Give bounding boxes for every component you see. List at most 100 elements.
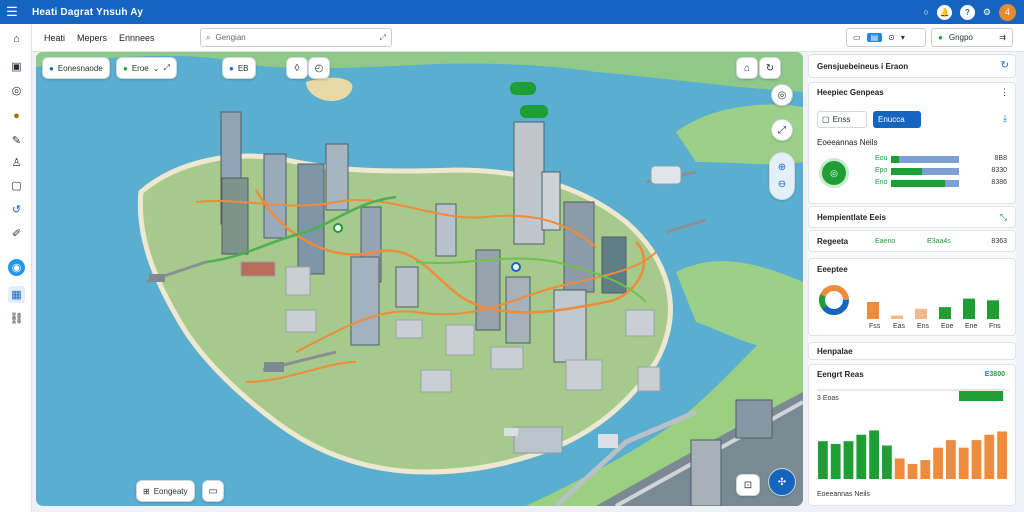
legend-chip[interactable]: ⊞ Eongeaty bbox=[136, 480, 195, 502]
stats-row-value: 8386 bbox=[991, 179, 1007, 186]
locate-me-button[interactable]: ✣ bbox=[768, 468, 796, 496]
grid-icon[interactable]: ▦ bbox=[8, 286, 25, 303]
search-icon[interactable]: ○ bbox=[923, 7, 928, 17]
view-map-icon[interactable]: ▤ bbox=[866, 33, 883, 42]
tag-icon[interactable]: ✎ bbox=[8, 132, 25, 149]
distribution-bar bbox=[867, 302, 879, 319]
app-title: Heati Dagrat Ynsuh Ay bbox=[32, 6, 144, 18]
navigation-icon: ◎ bbox=[777, 89, 787, 101]
globe-icon[interactable]: ◎ bbox=[8, 82, 25, 99]
view-3d-icon[interactable]: ▭ bbox=[853, 33, 861, 42]
stats-row-fill bbox=[891, 180, 946, 187]
camera-button[interactable]: ▭ bbox=[202, 480, 224, 502]
stats-button-2[interactable]: Enucca bbox=[873, 111, 921, 128]
zoom-in-icon[interactable]: ⊕ bbox=[778, 162, 786, 173]
revenue-amount: E3800 bbox=[984, 371, 1005, 378]
user-avatar[interactable]: 4 bbox=[999, 3, 1016, 21]
zoom-icon[interactable]: ⊙ bbox=[888, 33, 895, 42]
link-icon[interactable]: ⛓ bbox=[8, 310, 25, 327]
tag-button[interactable]: ◊ bbox=[286, 57, 308, 79]
stats-button-1-label: Enss bbox=[832, 115, 851, 124]
group-icon: ● bbox=[938, 33, 943, 42]
stats-subtitle: Eoeeannas Neils bbox=[817, 138, 878, 147]
distribution-bars bbox=[867, 298, 999, 319]
clock-icon: ◴ bbox=[314, 62, 324, 74]
panel-title: Gensjuebeineus i Eraon bbox=[817, 62, 909, 71]
notification-icon[interactable]: 🔔 bbox=[936, 4, 952, 20]
label-chip[interactable]: ● EB bbox=[222, 57, 256, 79]
home-icon[interactable]: ⌂ bbox=[8, 30, 25, 47]
export-icon[interactable]: ⤓ bbox=[1003, 113, 1007, 124]
group-selector[interactable]: ● Gngpo ⇉ bbox=[931, 28, 1013, 47]
revenue-bar-chart bbox=[818, 430, 1007, 479]
data-icon[interactable]: ▢ bbox=[8, 177, 25, 194]
more-icon[interactable]: ⋮ bbox=[1000, 87, 1009, 98]
locate-icon[interactable]: ◉ bbox=[8, 259, 25, 276]
revenue-bar bbox=[958, 447, 969, 479]
hamburger-menu-icon[interactable]: ☰ bbox=[0, 0, 24, 24]
pin-icon[interactable]: ● bbox=[8, 107, 25, 124]
overview-title: Hempientlate Eeis bbox=[817, 213, 886, 222]
compass-button[interactable]: ⌂ bbox=[736, 57, 758, 79]
revenue-bar bbox=[830, 443, 841, 479]
zoom-out-icon[interactable]: ⊖ bbox=[778, 179, 786, 190]
stats-row-label: Eno bbox=[875, 179, 888, 186]
rotate-icon: ↻ bbox=[765, 62, 775, 74]
tag-icon: ◊ bbox=[294, 62, 300, 74]
refresh-icon[interactable]: ↻ bbox=[1001, 60, 1009, 71]
route-icon[interactable]: ↺ bbox=[8, 201, 25, 218]
overview-card: Hempientlate Eeis ⤡ bbox=[808, 206, 1016, 228]
expand-icon[interactable]: ⤢ bbox=[380, 33, 386, 43]
stats-row-value: 8B8 bbox=[994, 155, 1007, 162]
share-icon[interactable]: ⇉ bbox=[999, 33, 1006, 42]
search-placeholder: Gengian bbox=[215, 33, 246, 42]
view-toggle-group: ▭ ▤ ⊙ ▾ bbox=[846, 28, 926, 47]
tab-icon: ▢ bbox=[822, 115, 830, 124]
help-icon[interactable]: ? bbox=[959, 4, 975, 20]
user-icon[interactable]: ♙ bbox=[8, 154, 25, 171]
panel-header-card: Gensjuebeineus i Eraon ↻ bbox=[808, 54, 1016, 78]
left-toolbar: ⌂ ▣ ◎ ● ✎ ♙ ▢ ↺ ✐ ◉ ▦ ⛓ bbox=[0, 24, 32, 512]
ruler-icon: ⊡ bbox=[743, 479, 753, 491]
stats-row-fill bbox=[891, 168, 922, 175]
revenue-bar bbox=[818, 441, 828, 479]
revenue-bar bbox=[984, 434, 995, 479]
revenue-bar bbox=[882, 445, 892, 479]
layer-chip[interactable]: ● Eonesnaode bbox=[42, 57, 110, 79]
rotate-button[interactable]: ↻ bbox=[759, 57, 781, 79]
distribution-bar bbox=[987, 300, 999, 319]
menu-item-1[interactable]: Heati bbox=[44, 33, 65, 43]
dropdown-icon[interactable]: ▾ bbox=[901, 33, 905, 42]
section-title: Henpalae bbox=[817, 347, 853, 356]
revenue-bar bbox=[869, 430, 879, 479]
layer-chip-label: Eonesnaode bbox=[57, 63, 103, 73]
clock-button[interactable]: ◴ bbox=[308, 57, 330, 79]
revenue-bar bbox=[907, 463, 918, 479]
distribution-label: Eas bbox=[893, 323, 906, 330]
globe-icon: ● bbox=[49, 63, 54, 73]
map-view[interactable]: ● Eonesnaode ● Eroe ⌄ ⤢ ● EB ◊ ◴ ⌂ ↻ ◎ ⤢… bbox=[36, 52, 803, 506]
revenue-progress-bar bbox=[959, 391, 1003, 401]
menu-item-2[interactable]: Mepers bbox=[77, 33, 107, 43]
revenue-bar bbox=[946, 440, 956, 479]
revenue-subtitle: Eengrt Reas bbox=[817, 370, 864, 379]
menu-item-3[interactable]: Ennnees bbox=[119, 33, 155, 43]
distribution-card: Eeeptee Fss Eas Ens Eoe Ene Fns bbox=[808, 258, 1016, 336]
filter-chip-label: Eroe bbox=[131, 63, 149, 73]
zoom-control[interactable]: ⊕ ⊖ bbox=[769, 152, 795, 200]
search-icon: ⌕ bbox=[206, 32, 211, 42]
pencil-icon[interactable]: ✐ bbox=[8, 225, 25, 242]
map-icon: ⊞ bbox=[143, 486, 150, 496]
measure-button[interactable]: ⊡ bbox=[736, 474, 760, 496]
settings-icon[interactable]: ⚙ bbox=[983, 7, 991, 18]
fullscreen-button[interactable]: ⤢ bbox=[771, 119, 793, 141]
filter-chip[interactable]: ● Eroe ⌄ ⤢ bbox=[116, 57, 177, 79]
compass-icon: ⌂ bbox=[743, 62, 751, 74]
layers-icon[interactable]: ▣ bbox=[8, 58, 25, 75]
search-input[interactable]: ⌕ Gengian ⤢ bbox=[200, 28, 392, 47]
stats-button-1[interactable]: ▢ Enss bbox=[817, 111, 867, 128]
navigation-button[interactable]: ◎ bbox=[771, 84, 793, 106]
collapse-icon[interactable]: ⤡ bbox=[1000, 212, 1007, 223]
analytics-panel: Gensjuebeineus i Eraon ↻ Heepiec Genpeas… bbox=[808, 52, 1016, 506]
section-title-card: Henpalae bbox=[808, 342, 1016, 360]
